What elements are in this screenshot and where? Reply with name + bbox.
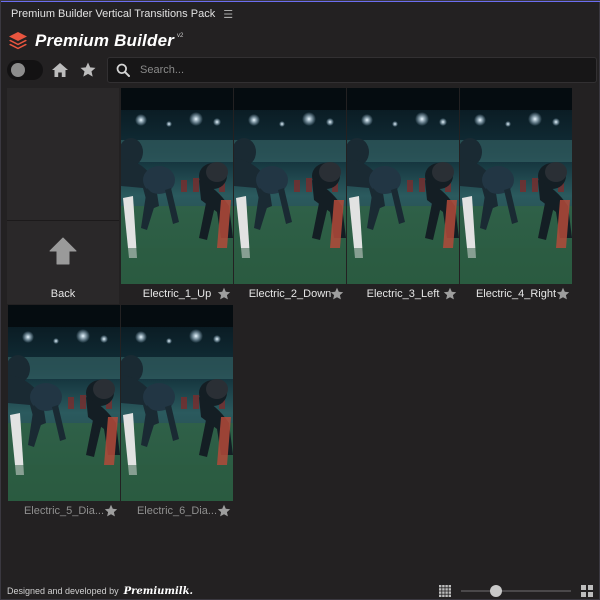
favorite-star-icon[interactable] (330, 287, 344, 301)
extension-panel: Premium Builder Vertical Transitions Pac… (0, 0, 600, 600)
brand-name: Premium Builder (35, 31, 175, 50)
favorite-star-icon[interactable] (217, 504, 231, 518)
preset-thumbnail (8, 305, 120, 501)
preset-tile[interactable]: Electric_5_Dia... (8, 305, 120, 521)
back-label: Back (50, 288, 76, 300)
star-icon (80, 62, 96, 77)
panel-title: Premium Builder Vertical Transitions Pac… (11, 8, 216, 20)
back-tile-blank (7, 88, 119, 221)
preset-thumbnail (234, 88, 346, 284)
search-icon (116, 63, 130, 77)
brand-header: Premium Builder v2 (7, 29, 183, 53)
slider-track (461, 590, 571, 592)
favorite-star-icon[interactable] (443, 287, 457, 301)
view-toggle[interactable] (7, 60, 43, 80)
favorites-button[interactable] (77, 59, 99, 81)
preset-thumbnail (121, 305, 233, 501)
search-input[interactable] (140, 64, 596, 76)
thumbnail-size-slider[interactable] (461, 584, 571, 598)
preset-tile[interactable]: Electric_2_Down (234, 88, 346, 304)
preset-tile[interactable]: Electric_6_Dia... (121, 305, 233, 521)
back-tile[interactable]: Back (7, 88, 119, 304)
footer: Designed and developed by Premiumilk. (1, 581, 599, 600)
favorite-star-icon[interactable] (104, 504, 118, 518)
slider-knob[interactable] (490, 585, 503, 597)
brand-version: v2 (177, 33, 184, 39)
home-icon (52, 63, 68, 77)
arrow-up-icon (49, 237, 77, 265)
grid-large-icon[interactable] (581, 585, 593, 597)
footer-brand: Premiumilk. (123, 585, 193, 597)
favorite-star-icon[interactable] (556, 287, 570, 301)
thumbnail-size-controls (439, 584, 593, 598)
preset-tile[interactable]: Electric_4_Right (460, 88, 572, 304)
preset-thumbnail (347, 88, 459, 284)
hamburger-icon[interactable]: ☰ (223, 8, 233, 21)
grid-small-icon[interactable] (439, 585, 451, 597)
preset-tile[interactable]: Electric_1_Up (121, 88, 233, 304)
toolbar (5, 57, 597, 83)
search-box (107, 57, 597, 83)
preset-tile[interactable]: Electric_3_Left (347, 88, 459, 304)
preset-thumbnail (460, 88, 572, 284)
home-button[interactable] (49, 59, 71, 81)
layers-icon (9, 32, 27, 50)
preset-thumbnail (121, 88, 233, 284)
panel-header: Premium Builder Vertical Transitions Pac… (1, 2, 599, 26)
toggle-knob (11, 63, 25, 77)
favorite-star-icon[interactable] (217, 287, 231, 301)
footer-credit: Designed and developed by (7, 586, 119, 596)
